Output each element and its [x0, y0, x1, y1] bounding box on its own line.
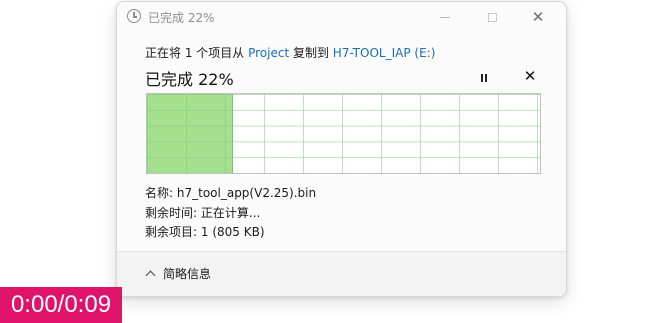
minimize-icon: [440, 16, 450, 18]
time-remaining-row: 剩余时间: 正在计算...: [145, 204, 260, 221]
pause-button[interactable]: [476, 68, 492, 84]
chevron-up-icon: [145, 270, 156, 281]
fewer-details-button[interactable]: 简略信息: [145, 265, 212, 282]
close-window-button[interactable]: ✕: [515, 2, 561, 32]
time-remaining-label: 剩余时间:: [145, 206, 198, 220]
screen: 已完成 22% ✕ 正在将 1 个项目从 Project 复制到 H7-TOOL…: [0, 0, 650, 323]
pause-icon: [480, 67, 488, 86]
items-remaining-label: 剩余项目:: [145, 225, 198, 239]
cancel-button[interactable]: ✕: [522, 68, 538, 84]
fewer-details-label: 简略信息: [163, 267, 212, 281]
items-remaining-row: 剩余项目: 1 (805 KB): [145, 223, 265, 240]
transfer-speed-graph: [146, 93, 541, 174]
clock-icon: [127, 9, 141, 23]
close-icon: ✕: [531, 7, 545, 26]
graph-grid: [147, 94, 540, 173]
items-remaining-value: 1 (805 KB): [200, 225, 265, 239]
maximize-icon: [487, 12, 497, 22]
time-remaining-value: 正在计算...: [200, 206, 261, 220]
video-timer-overlay: 0:00/0:09: [0, 287, 122, 323]
copy-middle: 复制到: [289, 46, 333, 60]
copy-prefix: 正在将 1 个项目从: [145, 46, 249, 60]
copy-progress-dialog: 已完成 22% ✕ 正在将 1 个项目从 Project 复制到 H7-TOOL…: [116, 1, 567, 297]
destination-drive-link[interactable]: H7-TOOL_IAP (E:): [333, 46, 436, 60]
copy-description: 正在将 1 个项目从 Project 复制到 H7-TOOL_IAP (E:): [145, 44, 435, 61]
title-bar[interactable]: 已完成 22% ✕: [117, 2, 566, 32]
file-name-label: 名称:: [145, 186, 174, 200]
window-title: 已完成 22%: [148, 11, 215, 25]
source-folder-link[interactable]: Project: [248, 46, 289, 60]
file-name-value: h7_tool_app(V2.25).bin: [176, 186, 317, 200]
maximize-button[interactable]: [469, 2, 515, 32]
progress-status: 已完成 22%: [145, 70, 234, 89]
progress-edge: [232, 94, 234, 173]
close-icon: ✕: [523, 66, 537, 85]
minimize-button[interactable]: [422, 2, 468, 32]
file-name-row: 名称: h7_tool_app(V2.25).bin: [145, 184, 316, 201]
